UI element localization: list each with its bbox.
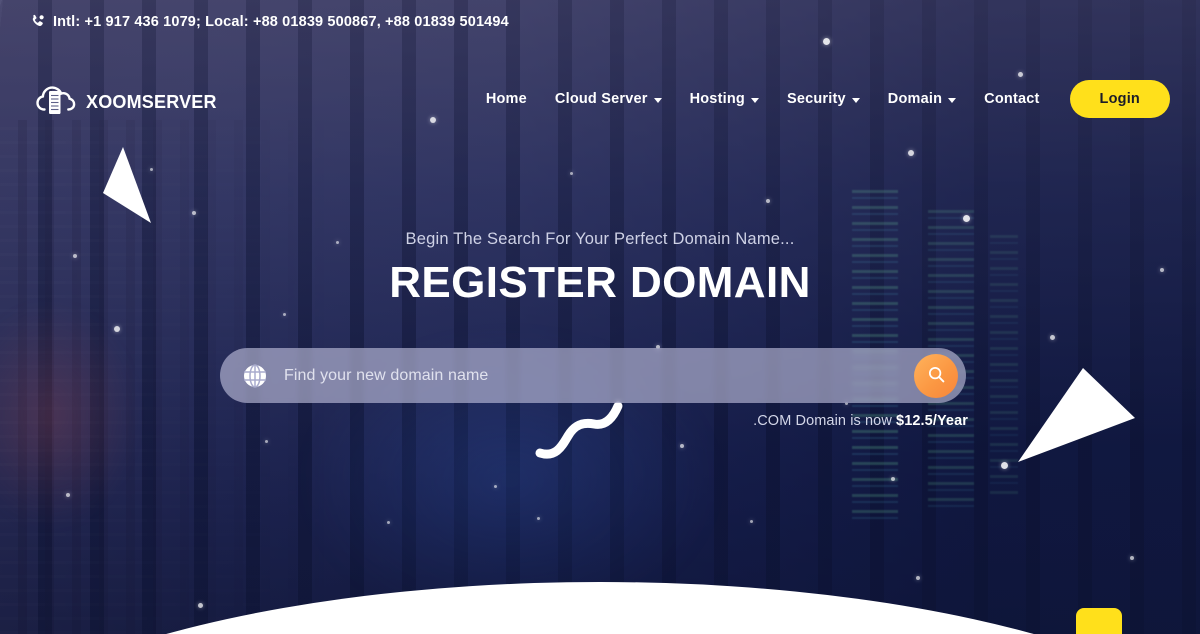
nav-label: Security [786, 91, 846, 107]
particle-dot [908, 150, 914, 156]
particle-dot [265, 440, 268, 443]
promo-prefix: .COM Domain is now [753, 413, 897, 429]
particle-dot [750, 520, 753, 523]
particle-dot [114, 326, 120, 332]
nav-item-home[interactable]: Home [472, 83, 541, 115]
main-navigation: Home Cloud Server Hosting Security Domai… [472, 80, 1200, 118]
particle-dot [570, 172, 573, 175]
particle-dot [387, 521, 390, 524]
particle-dot [494, 485, 497, 488]
logo-text: XoomServer [86, 84, 217, 114]
search-button[interactable] [914, 353, 958, 398]
contact-phone-text: Intl: +1 917 436 1079; Local: +88 01839 … [53, 13, 509, 30]
chevron-down-icon [851, 97, 860, 103]
chevron-down-icon [750, 97, 759, 103]
nav-item-hosting[interactable]: Hosting [676, 83, 773, 115]
promo-price-note: .COM Domain is now $12.5/Year [0, 413, 968, 429]
particle-dot [192, 211, 196, 215]
site-header: XoomServer Home Cloud Server Hosting Sec… [0, 66, 1200, 132]
particle-dot [963, 215, 970, 222]
login-button[interactable]: Login [1069, 80, 1170, 118]
particle-dot [1130, 556, 1134, 560]
logo[interactable]: XoomServer [34, 80, 217, 118]
nav-label: Cloud Server [554, 91, 648, 107]
page-title: REGISTER DOMAIN [389, 258, 811, 307]
particle-dot [66, 493, 70, 497]
nav-item-contact[interactable]: Contact [970, 83, 1053, 115]
chevron-down-icon [653, 97, 662, 103]
chevron-down-icon [948, 97, 957, 103]
domain-search-bar [220, 348, 966, 403]
hero-subtitle: Begin The Search For Your Perfect Domain… [405, 230, 795, 248]
promo-price: $12.5/Year [896, 413, 968, 429]
topbar: Intl: +1 917 436 1079; Local: +88 01839 … [0, 0, 1200, 43]
particle-dot [283, 313, 286, 316]
hero-page: Intl: +1 917 436 1079; Local: +88 01839 … [0, 0, 1200, 634]
cloud-server-icon [34, 80, 78, 118]
particle-dot [1001, 462, 1008, 469]
nav-label: Domain [887, 91, 943, 107]
particle-dot [766, 199, 770, 203]
phone-icon [30, 14, 46, 30]
nav-label: Hosting [689, 91, 745, 107]
particle-dot [537, 517, 540, 520]
particle-dot [680, 444, 684, 448]
search-input[interactable] [284, 366, 914, 385]
nav-item-domain[interactable]: Domain [874, 83, 970, 115]
decorative-squiggle [535, 401, 623, 459]
yellow-chip [1076, 608, 1122, 634]
particle-dot [198, 603, 203, 608]
particle-dot [916, 576, 920, 580]
decorative-triangle-left [103, 147, 151, 223]
magnifier-icon [927, 365, 946, 387]
particle-dot [891, 477, 895, 481]
nav-label: Contact [984, 91, 1040, 107]
decorative-triangle-right [1018, 368, 1135, 462]
nav-item-security[interactable]: Security [773, 83, 874, 115]
hero-section: Begin The Search For Your Perfect Domain… [0, 230, 1200, 307]
globe-icon [242, 363, 268, 389]
nav-label: Home [485, 91, 527, 107]
particle-dot [1050, 335, 1055, 340]
nav-item-cloud-server[interactable]: Cloud Server [541, 83, 676, 115]
